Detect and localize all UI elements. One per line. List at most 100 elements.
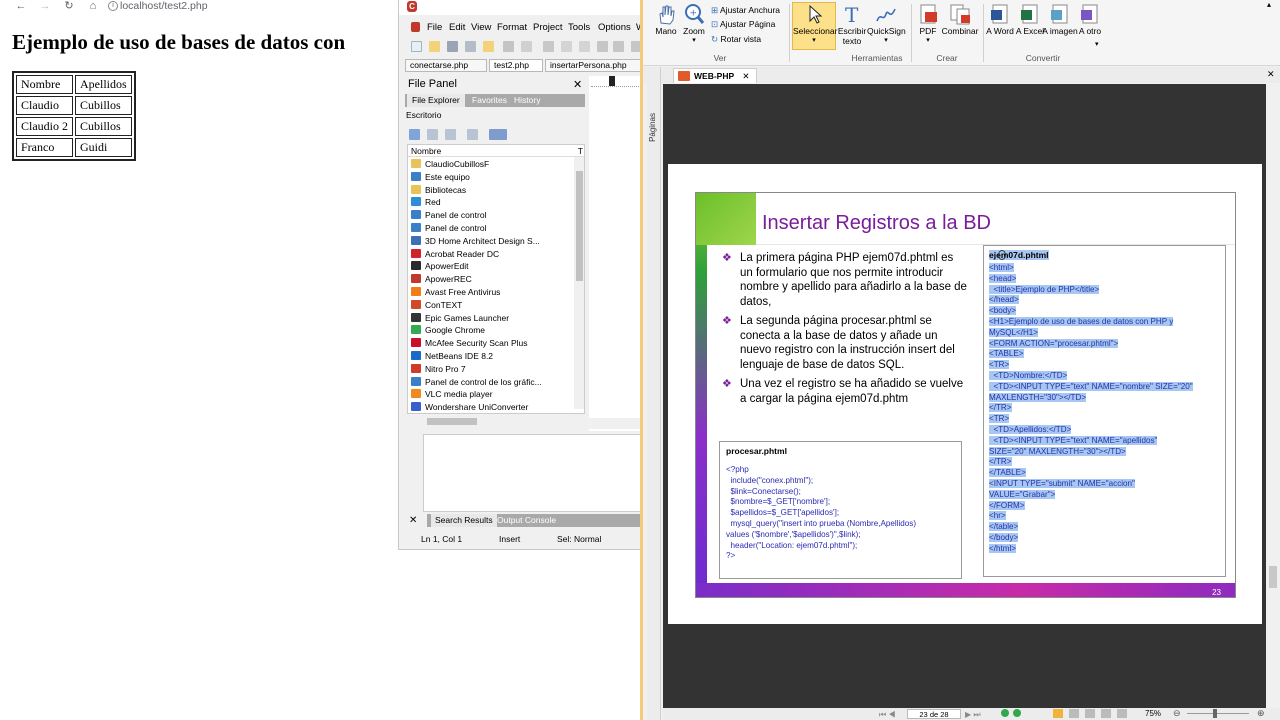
scroll-thumb[interactable] — [576, 171, 583, 281]
file-list-item[interactable]: Wondershare UniConverter — [411, 401, 528, 413]
tab-file-explorer[interactable]: File Explorer — [407, 94, 465, 107]
tab-favorites[interactable]: Favorites — [467, 94, 512, 107]
file-list-item[interactable]: ConTEXT — [411, 299, 462, 312]
file-list-item[interactable]: Epic Games Launcher — [411, 312, 509, 325]
file-list-item[interactable]: ApowerEdit — [411, 260, 468, 273]
close-icon[interactable]: ✕ — [742, 71, 749, 81]
page-indicator[interactable]: 23 de 28 — [907, 709, 961, 719]
view-options-icon[interactable] — [489, 129, 507, 140]
open-folder-icon[interactable] — [429, 41, 440, 52]
scroll-thumb[interactable] — [427, 418, 477, 425]
menu-options[interactable]: Options — [598, 22, 631, 33]
file-list-item[interactable]: Este equipo — [411, 171, 470, 184]
file-list-item[interactable]: Panel de control — [411, 222, 486, 235]
tab-history[interactable]: History — [509, 94, 545, 107]
save-all-icon[interactable] — [465, 41, 476, 52]
file-list-item[interactable]: 3D Home Architect Design S... — [411, 235, 540, 248]
tab-web-php[interactable]: WEB-PHP ✕ — [673, 68, 757, 83]
editor-document-area[interactable] — [589, 76, 640, 431]
play-icon[interactable] — [1001, 709, 1009, 717]
tab-close-icon[interactable]: ✕ — [1267, 69, 1275, 80]
tab-conectarse[interactable]: conectarse.php — [405, 59, 487, 72]
redo-icon[interactable] — [613, 41, 624, 52]
close-icon[interactable]: ✕ — [409, 515, 417, 526]
rotate-view-button[interactable]: ↻ Rotar vista — [711, 34, 761, 45]
next-page-icon[interactable]: ▶ ⏭ — [965, 710, 981, 720]
continuous-icon[interactable] — [1069, 709, 1079, 718]
editor-hscrollbar[interactable] — [589, 418, 640, 429]
vertical-scrollbar[interactable] — [574, 157, 584, 409]
zoom-button[interactable]: + Zoom ▾ — [675, 3, 713, 46]
first-page-icon[interactable]: ⏮ ◀ — [879, 710, 896, 720]
menu-view[interactable]: View — [471, 22, 491, 33]
zoom-in-icon[interactable]: ⊕ — [1257, 708, 1265, 719]
facing-icon[interactable] — [1085, 709, 1095, 718]
quicksign-button[interactable]: QuickSign ▾ — [867, 3, 906, 46]
zoom-slider[interactable] — [1187, 713, 1249, 714]
cut-icon[interactable] — [543, 41, 554, 52]
location-label[interactable]: Escritorio — [406, 110, 441, 120]
document-canvas[interactable]: Insertar Registros a la BD ❖ La primera p… — [663, 84, 1266, 708]
forward-icon[interactable]: → — [38, 0, 52, 13]
file-list-item[interactable]: Panel de control — [411, 209, 486, 222]
find-icon[interactable] — [631, 41, 640, 52]
save-icon[interactable] — [447, 41, 458, 52]
new-file-icon[interactable] — [411, 41, 422, 52]
file-list-item[interactable]: Avast Free Antivirus — [411, 286, 500, 299]
folder-open-icon[interactable] — [427, 129, 438, 140]
refresh-icon[interactable] — [445, 129, 456, 140]
column-header[interactable]: Nombre T — [408, 145, 584, 157]
file-list-item[interactable]: Acrobat Reader DC — [411, 248, 499, 261]
horizontal-scrollbar[interactable] — [405, 416, 571, 427]
file-list-item[interactable]: Panel de control de los gráfic... — [411, 376, 542, 389]
zoom-level[interactable]: 75% — [1145, 709, 1161, 718]
file-list-item[interactable]: Nitro Pro 7 — [411, 363, 466, 376]
to-other-button[interactable]: A otro — [1071, 3, 1109, 36]
file-list-item[interactable]: NetBeans IDE 8.2 — [411, 350, 493, 363]
cover-icon[interactable] — [1101, 709, 1111, 718]
pages-sidebar[interactable]: Páginas — [647, 67, 661, 720]
fit-page-button[interactable]: ⊡ Ajustar Página — [711, 19, 775, 30]
file-list-item[interactable]: ApowerREC — [411, 273, 472, 286]
paste-icon[interactable] — [579, 41, 590, 52]
zoom-out-icon[interactable]: ⊖ — [1173, 708, 1181, 719]
up-folder-icon[interactable] — [409, 129, 420, 140]
menu-project[interactable]: Project — [533, 22, 563, 33]
tab-insertar-persona[interactable]: insertarPersona.php — [545, 59, 640, 72]
menu-tools[interactable]: Tools — [568, 22, 590, 33]
vertical-scrollbar[interactable] — [1266, 84, 1280, 708]
address-bar[interactable]: localhost/test2.php — [120, 0, 208, 13]
filter-icon[interactable] — [467, 129, 478, 140]
ribbon-collapse-icon[interactable]: ▴ — [1267, 0, 1271, 9]
menu-file[interactable]: File — [427, 22, 442, 33]
info-icon[interactable]: i — [108, 1, 118, 11]
single-page-icon[interactable] — [1053, 709, 1063, 718]
fit-width-button[interactable]: ⊞ Ajustar Anchura — [711, 5, 780, 16]
tab-test2[interactable]: test2.php — [489, 59, 543, 72]
record-icon[interactable] — [1013, 709, 1021, 717]
file-list-item[interactable]: VLC media player — [411, 388, 493, 401]
combine-button[interactable]: Combinar — [941, 3, 979, 36]
file-list-item[interactable]: ClaudioCubillosF — [411, 158, 489, 171]
copy-icon[interactable] — [561, 41, 572, 52]
close-icon[interactable]: ✕ — [573, 78, 582, 91]
tab-search-results[interactable]: Search Results — [431, 514, 497, 527]
menu-format[interactable]: Format — [497, 22, 527, 33]
file-list-item[interactable]: Bibliotecas — [411, 184, 466, 197]
code-box-ejem07d[interactable]: ejem07d.phtml <html> <head> <title>Ejempl… — [983, 245, 1226, 577]
file-list-item[interactable]: Red — [411, 196, 441, 209]
select-button[interactable]: Seleccionar ▾ — [792, 2, 837, 50]
scroll-thumb[interactable] — [1269, 566, 1277, 588]
file-list-item[interactable]: Google Chrome — [411, 324, 485, 337]
type-text-button[interactable]: T Escribir texto — [833, 3, 871, 46]
preview-icon[interactable] — [521, 41, 532, 52]
fullscreen-icon[interactable] — [1117, 709, 1127, 718]
chevron-down-icon[interactable]: ▾ — [1095, 40, 1099, 48]
menu-edit[interactable]: Edit — [449, 22, 465, 33]
zoom-slider-thumb[interactable] — [1213, 709, 1217, 718]
reload-icon[interactable]: ↻ — [62, 0, 76, 13]
file-list-item[interactable]: McAfee Security Scan Plus — [411, 337, 528, 350]
back-icon[interactable]: ← — [14, 0, 28, 13]
tab-output-console[interactable]: Output Console — [493, 514, 560, 527]
undo-icon[interactable] — [597, 41, 608, 52]
